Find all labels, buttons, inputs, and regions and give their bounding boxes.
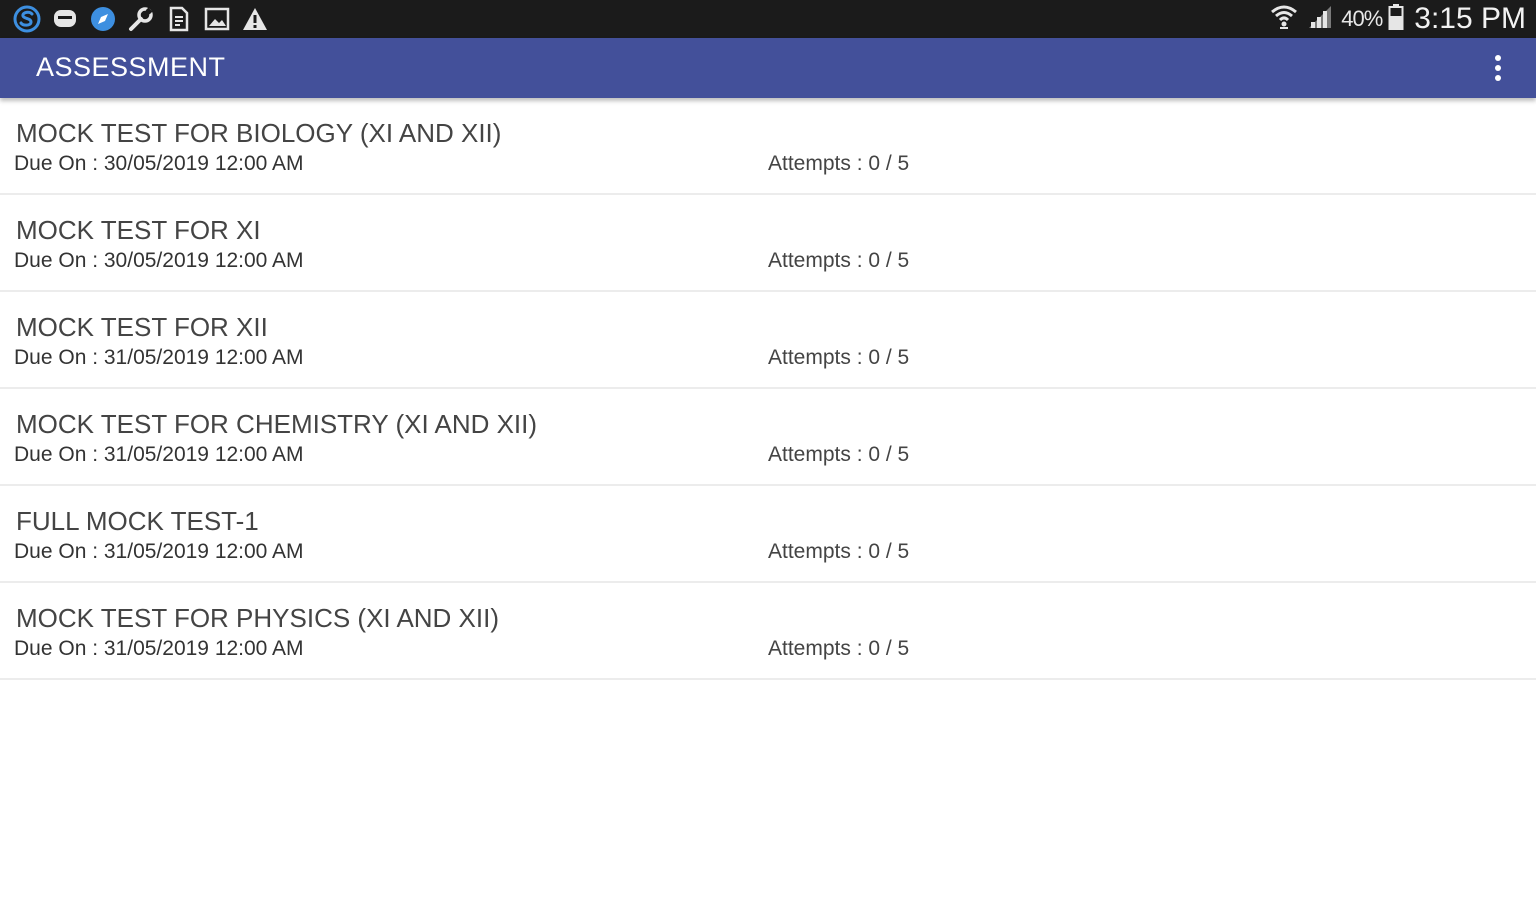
warning-icon xyxy=(240,4,270,34)
assessment-title: MOCK TEST FOR XI xyxy=(16,215,261,245)
system-status: 40% 3:15 PM xyxy=(1269,0,1526,38)
app-bar: ASSESSMENT xyxy=(0,38,1536,98)
assessment-title: MOCK TEST FOR XII xyxy=(16,312,268,342)
assessment-attempts: Attempts : 0 / 5 xyxy=(768,443,910,466)
assessment-title: MOCK TEST FOR BIOLOGY (XI AND XII) xyxy=(16,118,502,148)
assessment-title: MOCK TEST FOR CHEMISTRY (XI AND XII) xyxy=(16,409,538,439)
assessment-item[interactable]: MOCK TEST FOR BIOLOGY (XI AND XII) Due O… xyxy=(0,98,1536,195)
assessment-attempts: Attempts : 0 / 5 xyxy=(768,152,910,175)
assessment-title: FULL MOCK TEST-1 xyxy=(16,506,259,536)
assessment-title: MOCK TEST FOR PHYSICS (XI AND XII) xyxy=(16,603,500,633)
assessment-item[interactable]: MOCK TEST FOR XII Due On : 31/05/2019 12… xyxy=(0,292,1536,389)
skype-icon xyxy=(12,4,42,34)
image-icon xyxy=(202,4,232,34)
chat-bubble-icon xyxy=(50,4,80,34)
document-icon xyxy=(164,4,194,34)
signal-icon xyxy=(1305,2,1335,37)
assessment-item[interactable]: MOCK TEST FOR PHYSICS (XI AND XII) Due O… xyxy=(0,583,1536,680)
assessment-due-date: Due On : 31/05/2019 12:00 AM xyxy=(14,637,304,660)
assessment-attempts: Attempts : 0 / 5 xyxy=(768,346,910,369)
assessment-item[interactable]: MOCK TEST FOR CHEMISTRY (XI AND XII) Due… xyxy=(0,389,1536,486)
assessment-due-date: Due On : 31/05/2019 12:00 AM xyxy=(14,346,304,369)
assessment-due-date: Due On : 30/05/2019 12:00 AM xyxy=(14,249,304,272)
assessment-attempts: Attempts : 0 / 5 xyxy=(768,249,910,272)
assessment-attempts: Attempts : 0 / 5 xyxy=(768,637,910,660)
assessment-due-date: Due On : 31/05/2019 12:00 AM xyxy=(14,443,304,466)
assessment-item[interactable]: MOCK TEST FOR XI Due On : 30/05/2019 12:… xyxy=(0,195,1536,292)
battery-percentage: 40% xyxy=(1341,6,1383,31)
assessment-due-date: Due On : 30/05/2019 12:00 AM xyxy=(14,152,304,175)
wifi-icon xyxy=(1269,2,1299,37)
wrench-icon xyxy=(126,4,156,34)
assessment-item[interactable]: FULL MOCK TEST-1 Due On : 31/05/2019 12:… xyxy=(0,486,1536,583)
page-title: ASSESSMENT xyxy=(36,52,226,82)
notification-icons xyxy=(12,3,270,35)
battery-icon xyxy=(1388,3,1404,36)
more-vertical-icon[interactable] xyxy=(1480,50,1516,86)
assessment-attempts: Attempts : 0 / 5 xyxy=(768,540,910,563)
clock: 3:15 PM xyxy=(1414,2,1526,35)
assessment-list: MOCK TEST FOR BIOLOGY (XI AND XII) Due O… xyxy=(0,98,1536,680)
assessment-due-date: Due On : 31/05/2019 12:00 AM xyxy=(14,540,304,563)
browser-compass-icon xyxy=(88,4,118,34)
status-bar: 40% 3:15 PM xyxy=(0,0,1536,38)
